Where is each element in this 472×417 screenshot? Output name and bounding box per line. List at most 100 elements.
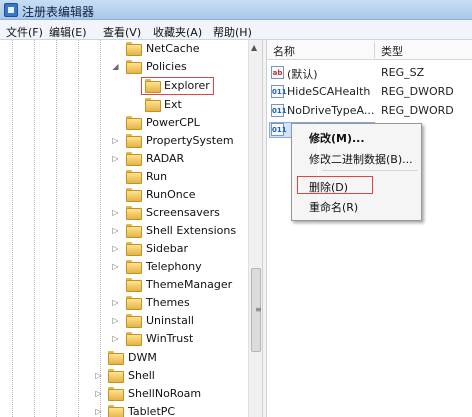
- folder-icon: [126, 242, 142, 256]
- context-menu: 修改(M)... 修改二进制数据(B)... 删除(D) 重命名(R): [291, 123, 422, 221]
- tree-item-wintrust[interactable]: ▷ WinTrust: [0, 330, 248, 348]
- tree-item-runonce[interactable]: RunOnce: [0, 186, 248, 204]
- folder-open-icon: [126, 60, 142, 74]
- expand-arrow-icon[interactable]: ▷: [111, 298, 120, 307]
- tree-item-radar[interactable]: ▷ RADAR: [0, 150, 248, 168]
- tree-item-label: ThemeManager: [146, 278, 233, 291]
- menu-separator: [322, 170, 418, 171]
- column-header-name[interactable]: 名称: [273, 43, 295, 59]
- tree-item-shellnoroam[interactable]: ▷ ShellNoRoam: [0, 385, 248, 403]
- folder-icon: [145, 79, 161, 93]
- menu-item-modify-binary[interactable]: 修改二进制数据(B)...: [309, 151, 413, 167]
- folder-icon: [126, 42, 142, 56]
- folder-icon: [108, 369, 124, 383]
- window-title: 注册表编辑器: [22, 5, 95, 19]
- tree-item-label: Policies: [146, 60, 187, 73]
- menu-file[interactable]: 文件(F): [6, 24, 43, 40]
- collapse-arrow-icon[interactable]: ◢: [111, 62, 120, 71]
- tree-item-label: WinTrust: [146, 332, 194, 345]
- tree-item-netcache[interactable]: NetCache: [0, 40, 248, 58]
- folder-icon: [126, 116, 142, 130]
- value-row-hidescahealth[interactable]: 011 HideSCAHealth REG_DWORD: [267, 83, 472, 101]
- tree-item-screensavers[interactable]: ▷ Screensavers: [0, 204, 248, 222]
- title-bar: 注册表编辑器: [0, 0, 472, 20]
- binary-value-icon: 011: [271, 104, 287, 117]
- menu-item-modify[interactable]: 修改(M)...: [309, 130, 365, 146]
- registry-tree: NetCache ◢ Policies Explorer Ext PowerCP…: [0, 40, 262, 417]
- tree-item-thememanager[interactable]: ThemeManager: [0, 276, 248, 294]
- expand-arrow-icon[interactable]: ▷: [111, 316, 120, 325]
- tree-item-themes[interactable]: ▷ Themes: [0, 294, 248, 312]
- tree-item-sidebar[interactable]: ▷ Sidebar: [0, 240, 248, 258]
- tree-item-run[interactable]: Run: [0, 168, 248, 186]
- tree-item-label: Uninstall: [146, 314, 194, 327]
- tree-item-ext[interactable]: Ext: [0, 96, 248, 114]
- string-value-icon: ab: [271, 66, 284, 79]
- tree-item-label: Ext: [164, 98, 182, 111]
- expand-arrow-icon[interactable]: ▷: [111, 334, 120, 343]
- folder-icon: [108, 387, 124, 401]
- value-type: REG_DWORD: [381, 104, 454, 117]
- column-divider[interactable]: [374, 42, 375, 58]
- folder-icon: [126, 170, 142, 184]
- tree-item-uninstall[interactable]: ▷ Uninstall: [0, 312, 248, 330]
- tree-item-label: PropertySystem: [146, 134, 234, 147]
- expand-arrow-icon[interactable]: ▷: [94, 389, 103, 398]
- value-row-nodrivetypeautorun[interactable]: 011 NoDriveTypeA... REG_DWORD: [267, 102, 472, 120]
- expand-arrow-icon[interactable]: ▷: [111, 208, 120, 217]
- expand-arrow-icon[interactable]: ▷: [94, 371, 103, 380]
- tree-item-label: ShellNoRoam: [128, 387, 202, 400]
- menu-item-rename[interactable]: 重命名(R): [309, 199, 358, 215]
- tree-item-label: Explorer: [164, 79, 210, 92]
- tree-item-label: RunOnce: [146, 188, 196, 201]
- tree-item-powercpl[interactable]: PowerCPL: [0, 114, 248, 132]
- tree-scrollbar[interactable]: ▲ ≡: [248, 40, 262, 417]
- menu-edit[interactable]: 编辑(E): [49, 24, 87, 40]
- tree-item-label: Telephony: [146, 260, 202, 273]
- tree-item-label: DWM: [128, 351, 157, 364]
- tree-item-telephony[interactable]: ▷ Telephony: [0, 258, 248, 276]
- menu-help[interactable]: 帮助(H): [213, 24, 252, 40]
- value-type: REG_SZ: [381, 66, 425, 79]
- scrollbar-thumb[interactable]: ≡: [251, 268, 262, 352]
- scroll-up-arrow-icon[interactable]: ▲: [251, 43, 257, 52]
- expand-arrow-icon[interactable]: ▷: [111, 136, 120, 145]
- folder-icon: [126, 134, 142, 148]
- menu-view[interactable]: 查看(V): [103, 24, 141, 40]
- binary-value-icon: 011: [271, 85, 287, 98]
- tree-item-tabletpc[interactable]: ▷ TabletPC: [0, 403, 248, 417]
- tree-item-propertysystem[interactable]: ▷ PropertySystem: [0, 132, 248, 150]
- menu-favorites[interactable]: 收藏夹(A): [153, 24, 202, 40]
- folder-icon: [126, 224, 142, 238]
- folder-icon: [126, 188, 142, 202]
- folder-icon: [126, 314, 142, 328]
- column-header-type[interactable]: 类型: [381, 43, 403, 59]
- expand-arrow-icon[interactable]: ▷: [111, 226, 120, 235]
- tree-item-label: Themes: [146, 296, 190, 309]
- folder-icon: [126, 332, 142, 346]
- expand-arrow-icon[interactable]: ▷: [111, 154, 120, 163]
- menu-item-delete[interactable]: 删除(D): [309, 179, 348, 195]
- tree-item-policies[interactable]: ◢ Policies: [0, 58, 248, 76]
- registry-editor-icon: [4, 3, 18, 17]
- tree-item-label: Screensavers: [146, 206, 220, 219]
- values-list: 名称 类型 ab (默认) REG_SZ 011 HideSCAHealth R…: [267, 40, 472, 417]
- list-header: 名称 类型: [267, 40, 472, 60]
- tree-item-shell[interactable]: ▷ Shell: [0, 367, 248, 385]
- tree-item-explorer[interactable]: Explorer: [0, 77, 248, 95]
- expand-arrow-icon[interactable]: ▷: [111, 262, 120, 271]
- tree-item-label: Sidebar: [146, 242, 189, 255]
- folder-icon: [126, 260, 142, 274]
- tree-expander-icon[interactable]: [111, 44, 120, 53]
- tree-item-shell-extensions[interactable]: ▷ Shell Extensions: [0, 222, 248, 240]
- value-row-default[interactable]: ab (默认) REG_SZ: [267, 64, 472, 82]
- expand-arrow-icon[interactable]: ▷: [111, 244, 120, 253]
- tree-item-label: PowerCPL: [146, 116, 200, 129]
- folder-icon: [108, 405, 124, 417]
- tree-item-dwm[interactable]: DWM: [0, 349, 248, 367]
- folder-icon: [108, 351, 124, 365]
- tree-item-label: Run: [146, 170, 168, 183]
- menu-bar: 文件(F) 编辑(E) 查看(V) 收藏夹(A) 帮助(H): [0, 20, 472, 40]
- expand-arrow-icon[interactable]: ▷: [94, 407, 103, 416]
- binary-value-icon: 011: [271, 123, 287, 136]
